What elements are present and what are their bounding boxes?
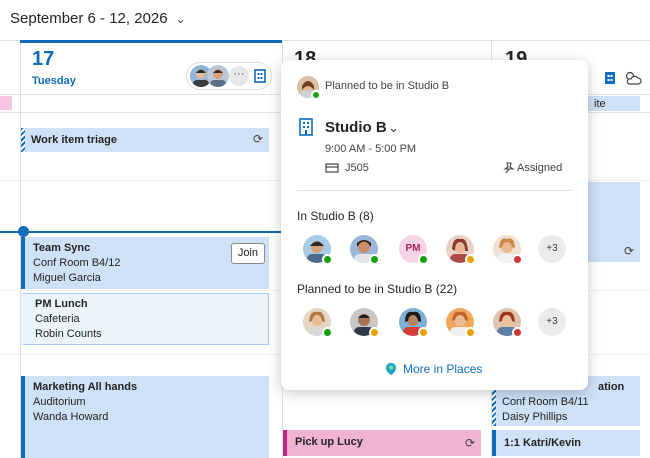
day-name-tuesday: Tuesday <box>32 75 76 87</box>
more-people-button[interactable]: +3 <box>538 235 566 263</box>
allday-event[interactable]: ite <box>588 96 640 111</box>
event-room: Conf Room B4/12 <box>33 257 121 269</box>
status-available-icon <box>418 254 429 265</box>
divider <box>297 190 572 191</box>
today-indicator <box>20 40 282 43</box>
day-number-17[interactable]: 17 <box>32 48 54 71</box>
event-partial[interactable]: ⟳ <box>588 182 640 262</box>
event-title: 1:1 Katri/Kevin <box>504 437 582 449</box>
person-avatar[interactable] <box>350 235 380 265</box>
event-title: Team Sync <box>33 242 91 254</box>
event-title: PM Lunch <box>35 298 88 310</box>
current-time-dot <box>18 226 29 237</box>
event-title: Pick up Lucy <box>295 436 363 448</box>
weather-partly-cloudy-icon <box>625 71 642 85</box>
person-avatar[interactable] <box>446 235 476 265</box>
status-available-icon <box>322 254 333 265</box>
building-icon[interactable] <box>254 69 266 83</box>
event-marketing-all-hands[interactable]: Marketing All hands Auditorium Wanda How… <box>21 376 269 458</box>
date-range-picker[interactable]: September 6 - 12, 2026 ⌄ <box>10 10 186 27</box>
building-icon[interactable] <box>604 71 616 85</box>
person-avatar[interactable] <box>303 308 333 338</box>
event-organizer: Miguel Garcia <box>33 272 101 284</box>
event-room: Cafeteria <box>35 313 80 325</box>
event-room: Auditorium <box>33 396 86 408</box>
current-time-line <box>0 231 282 233</box>
places-logo-icon <box>386 363 396 375</box>
chevron-down-icon: ⌄ <box>175 11 186 26</box>
recurring-icon: ⟳ <box>623 244 634 258</box>
event-organizer: Daisy Phillips <box>502 411 568 423</box>
person-avatar[interactable] <box>446 308 476 338</box>
event-work-item-triage[interactable]: Work item triage ⟳ <box>21 128 269 152</box>
event-pm-lunch[interactable]: PM Lunch Cafeteria Robin Counts <box>21 293 269 345</box>
places-popup-card: Planned to be in Studio B Studio B ⌄ 9:0… <box>281 60 588 390</box>
event-one-on-one[interactable]: 1:1 Katri/Kevin <box>492 430 640 456</box>
more-people-button[interactable]: +3 <box>538 308 566 336</box>
person-avatar[interactable] <box>493 235 523 265</box>
chevron-down-icon[interactable]: ⌄ <box>388 120 399 136</box>
pin-icon <box>503 162 515 174</box>
recurring-icon: ⟳ <box>252 132 263 146</box>
tentative-strip <box>21 294 25 344</box>
event-title: Marketing All hands <box>33 381 138 393</box>
status-busy-icon <box>512 327 523 338</box>
person-avatar[interactable] <box>493 308 523 338</box>
event-room: Conf Room B4/11 <box>502 396 589 408</box>
more-people-icon[interactable]: ··· <box>229 66 249 86</box>
event-pick-up-lucy[interactable]: Pick up Lucy ⟳ <box>283 430 481 456</box>
person-avatar[interactable]: PM <box>399 235 429 265</box>
status-away-icon <box>418 327 429 338</box>
person-avatar[interactable] <box>350 308 380 338</box>
planned-heading: Planned to be in Studio B (22) <box>297 282 458 296</box>
desk-icon <box>325 163 339 173</box>
join-button[interactable]: Join <box>230 243 265 264</box>
status-available-icon <box>369 254 380 265</box>
status-available-icon <box>322 327 333 338</box>
more-in-places-link[interactable]: More in Places <box>385 362 482 376</box>
person-avatar[interactable] <box>303 235 333 265</box>
tentative-strip <box>21 128 25 152</box>
more-in-places-label: More in Places <box>403 362 483 376</box>
status-available-icon <box>311 90 321 100</box>
status-away-icon <box>369 327 380 338</box>
event-organizer: Robin Counts <box>35 328 102 340</box>
calendar-view: September 6 - 12, 2026 ⌄ 17 Tuesday 18 1… <box>0 0 650 458</box>
event-title: Work item triage <box>31 134 117 146</box>
in-studio-heading: In Studio B (8) <box>297 209 374 223</box>
planned-label: Planned to be in Studio B <box>325 80 450 92</box>
assigned-label: Assigned <box>517 162 563 174</box>
date-range-label: September 6 - 12, 2026 <box>10 10 168 27</box>
event-organizer: Wanda Howard <box>33 411 109 423</box>
allday-event-stub[interactable] <box>0 96 12 110</box>
studio-name[interactable]: Studio B <box>325 119 387 136</box>
recurring-icon: ⟳ <box>464 436 475 450</box>
status-away-icon <box>465 254 476 265</box>
status-away-icon <box>465 327 476 338</box>
avatar <box>207 65 229 87</box>
booking-time: 9:00 AM - 5:00 PM <box>325 143 417 155</box>
avatar <box>297 76 321 100</box>
allday-event-title: ite <box>594 98 606 110</box>
desk-number: J505 <box>345 162 369 174</box>
person-avatar[interactable] <box>399 308 429 338</box>
status-busy-icon <box>512 254 523 265</box>
building-icon <box>299 118 313 136</box>
event-team-sync[interactable]: Team Sync Conf Room B4/12 Miguel Garcia … <box>21 237 269 289</box>
